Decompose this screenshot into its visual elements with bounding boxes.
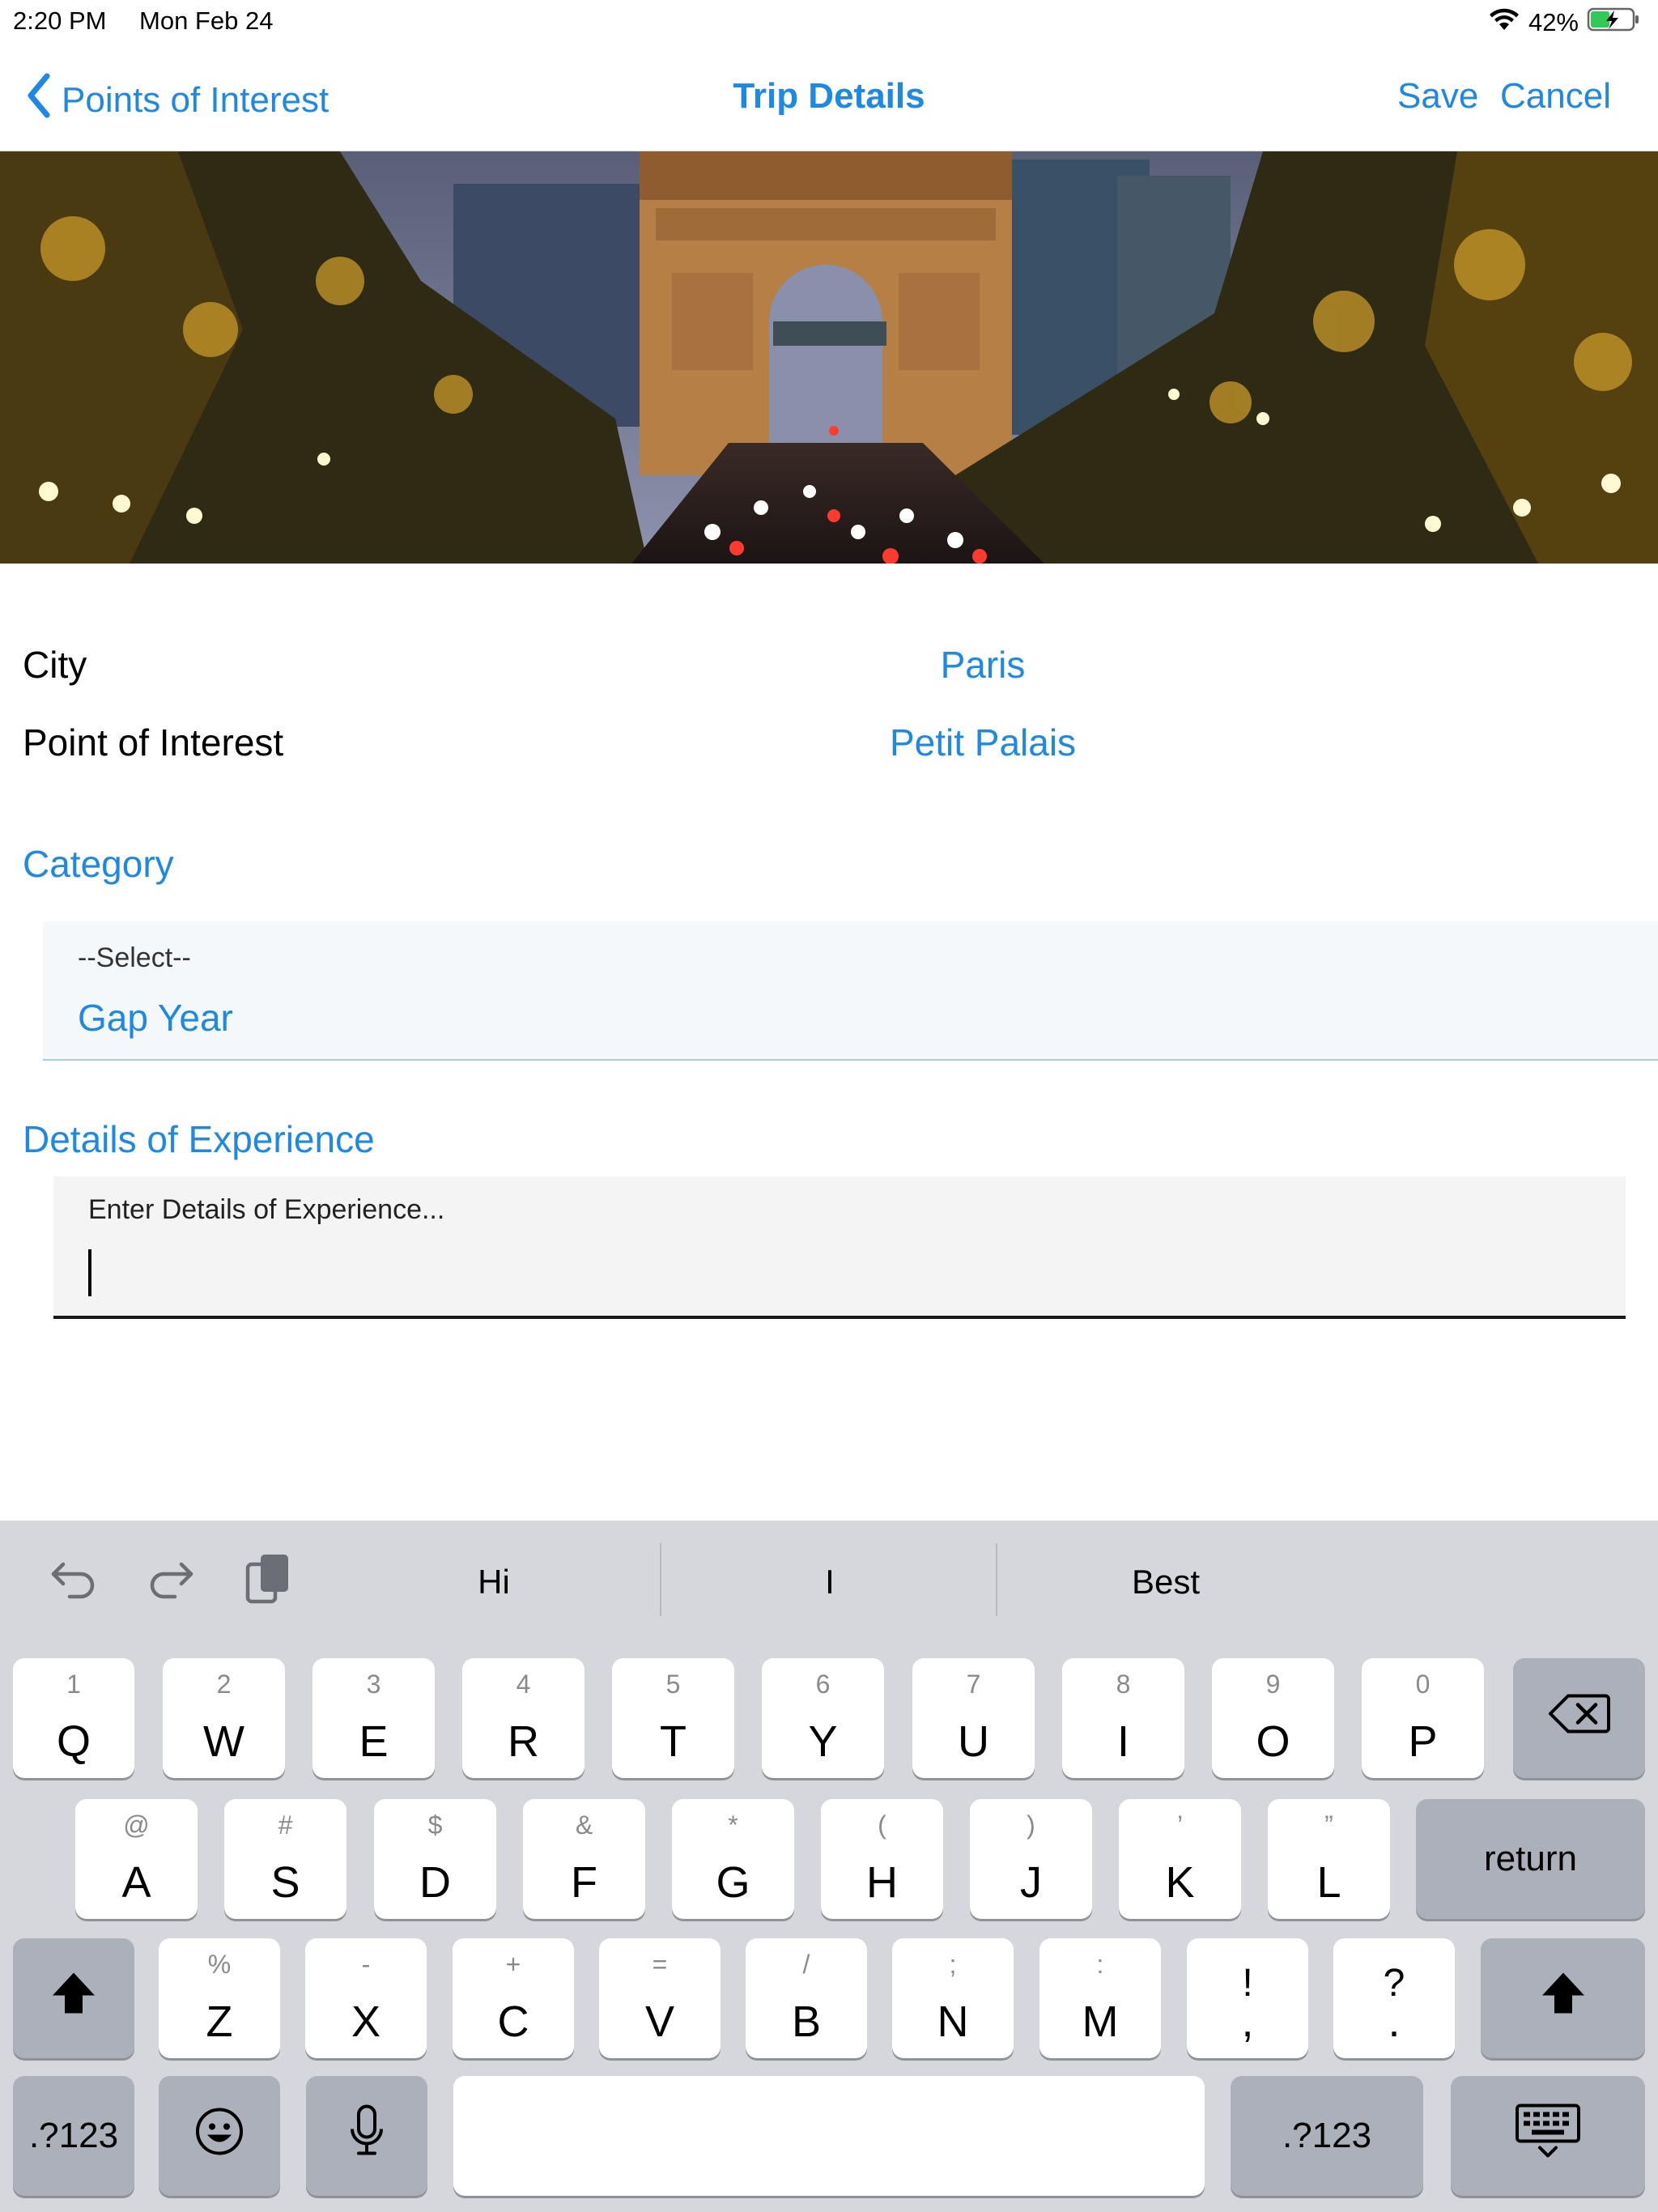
emoji-key[interactable]	[159, 2076, 280, 2196]
key-q[interactable]: 1 Q	[13, 1658, 134, 1778]
details-placeholder: Enter Details of Experience...	[88, 1194, 445, 1225]
status-bar: 2:20 PM Mon Feb 24 42%	[0, 0, 1658, 45]
wifi-icon	[1488, 7, 1520, 38]
key-u[interactable]: 7 U	[912, 1658, 1035, 1778]
city-label: City	[23, 644, 87, 686]
page-title: Trip Details	[733, 76, 925, 116]
category-placeholder: --Select--	[78, 942, 191, 973]
key-r[interactable]: 4 R	[462, 1658, 585, 1778]
navigation-bar: Points of Interest Trip Details Save Can…	[0, 49, 1658, 151]
key-x[interactable]: - X	[305, 1938, 427, 2058]
city-value[interactable]: Paris	[740, 643, 1226, 687]
chevron-left-icon	[24, 71, 53, 129]
numbers-key-right[interactable]: .?123	[1231, 2076, 1423, 2196]
suggestion-divider	[996, 1543, 997, 1616]
back-label: Points of Interest	[62, 79, 329, 120]
key-n[interactable]: ; N	[892, 1938, 1014, 2058]
battery-percent: 42%	[1528, 8, 1579, 36]
category-heading: Category	[23, 843, 174, 885]
key-w[interactable]: 2 W	[163, 1658, 285, 1778]
key-z[interactable]: % Z	[159, 1938, 280, 2058]
details-heading: Details of Experience	[23, 1118, 375, 1160]
poi-value[interactable]: Petit Palais	[740, 721, 1226, 764]
key-c[interactable]: + C	[453, 1938, 574, 2058]
key-d[interactable]: $ D	[374, 1799, 496, 1919]
shift-icon	[1481, 1968, 1645, 2029]
category-value: Gap Year	[78, 997, 233, 1039]
key-m[interactable]: : M	[1039, 1938, 1161, 2058]
status-date: Mon Feb 24	[139, 6, 274, 35]
suggestion-1[interactable]: Hi	[332, 1550, 656, 1614]
backspace-key[interactable]	[1513, 1658, 1645, 1778]
key-i[interactable]: 8 I	[1062, 1658, 1184, 1778]
return-key[interactable]: return	[1416, 1799, 1645, 1919]
suggestion-3[interactable]: Best	[1000, 1550, 1332, 1614]
microphone-icon	[306, 2104, 427, 2169]
key-s[interactable]: # S	[224, 1799, 346, 1919]
space-bar[interactable]	[453, 2076, 1205, 2196]
suggestion-2[interactable]: I	[664, 1550, 996, 1614]
cancel-button[interactable]: Cancel	[1500, 76, 1611, 117]
key-f[interactable]: & F	[523, 1799, 645, 1919]
text-caret	[88, 1249, 91, 1296]
key-a[interactable]: @ A	[75, 1799, 198, 1919]
status-time: 2:20 PM	[13, 6, 107, 35]
key-h[interactable]: ( H	[821, 1799, 943, 1919]
shift-key-right[interactable]	[1481, 1938, 1645, 2058]
punct-bottom: .	[1388, 1997, 1401, 2046]
suggestion-divider	[660, 1543, 661, 1616]
delete-backward-icon	[1513, 1691, 1645, 1746]
paste-icon[interactable]	[240, 1550, 296, 1606]
key-v[interactable]: = V	[599, 1938, 721, 2058]
keyboard-hide-icon	[1451, 2103, 1645, 2170]
save-button[interactable]: Save	[1397, 76, 1478, 117]
back-button[interactable]: Points of Interest	[24, 71, 329, 129]
key-l[interactable]: ” L	[1268, 1799, 1390, 1919]
key-o[interactable]: 9 O	[1212, 1658, 1334, 1778]
key-k[interactable]: ’ K	[1119, 1799, 1241, 1919]
key-b[interactable]: / B	[746, 1938, 867, 2058]
onscreen-keyboard: Hi I Best 1 Q 2 W 3 E 4 R 5 T 6 Y 7 U 8 …	[0, 1521, 1658, 2212]
numbers-key-left[interactable]: .?123	[13, 2076, 134, 2196]
hero-image	[0, 151, 1658, 564]
category-picker[interactable]: --Select-- Gap Year	[43, 921, 1658, 1061]
poi-label: Point of Interest	[23, 721, 284, 764]
redo-icon[interactable]	[142, 1550, 199, 1606]
key-g[interactable]: * G	[672, 1799, 794, 1919]
key-p[interactable]: 0 P	[1362, 1658, 1484, 1778]
key-e[interactable]: 3 E	[312, 1658, 435, 1778]
key-exclamation-comma[interactable]: ! ,	[1187, 1938, 1308, 2058]
emoji-icon	[159, 2106, 280, 2167]
key-question-period[interactable]: ? .	[1333, 1938, 1455, 2058]
dismiss-keyboard-key[interactable]	[1451, 2076, 1645, 2196]
key-y[interactable]: 6 Y	[762, 1658, 884, 1778]
key-t[interactable]: 5 T	[612, 1658, 734, 1778]
dictation-key[interactable]	[306, 2076, 427, 2196]
shift-icon	[13, 1968, 134, 2029]
shift-key-left[interactable]	[13, 1938, 134, 2058]
punct-bottom: ,	[1241, 1997, 1254, 2046]
status-right: 42%	[1488, 6, 1640, 39]
undo-icon[interactable]	[45, 1550, 102, 1606]
key-j[interactable]: ) J	[970, 1799, 1092, 1919]
battery-charging-icon	[1587, 6, 1640, 39]
details-editor[interactable]: Enter Details of Experience...	[53, 1176, 1626, 1319]
